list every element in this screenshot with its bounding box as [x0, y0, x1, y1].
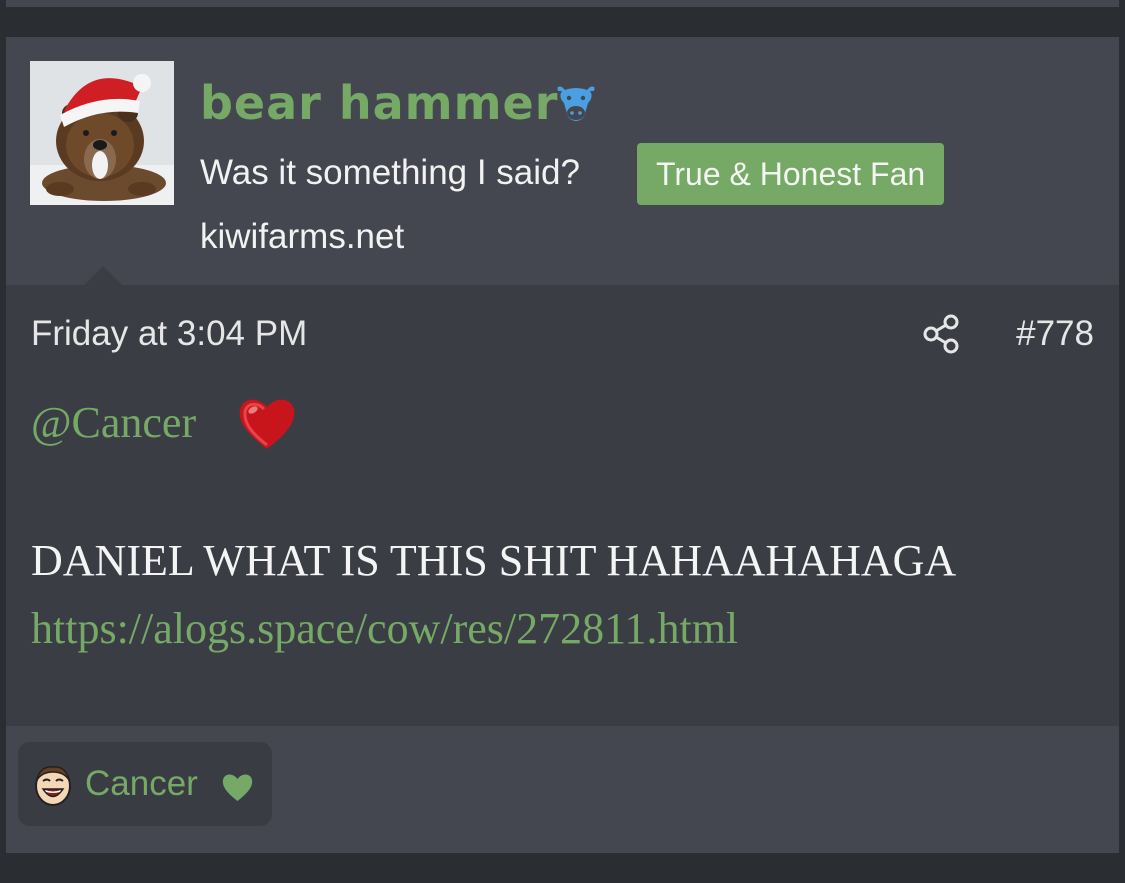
- username[interactable]: bear hammer: [200, 73, 558, 133]
- post: bear hammer Was it something I said? Tru…: [6, 37, 1119, 853]
- reaction-chip[interactable]: Cancer: [18, 742, 272, 826]
- header-pointer: [84, 266, 122, 285]
- mention-link[interactable]: @Cancer: [31, 393, 196, 453]
- laughing-face-icon: [34, 764, 72, 806]
- previous-post-edge: [6, 0, 1119, 7]
- reaction-user: Cancer: [85, 764, 198, 803]
- reactions-bar: Cancer: [6, 726, 1119, 853]
- avatar[interactable]: [30, 61, 174, 205]
- user-banner: True & Honest Fan: [637, 143, 945, 205]
- user-title: Was it something I said?: [200, 153, 580, 192]
- share-icon[interactable]: [922, 313, 962, 355]
- heart-icon: [221, 772, 254, 802]
- post-body-link[interactable]: https://alogs.space/cow/res/272811.html: [31, 599, 738, 659]
- cow-icon: [554, 83, 598, 125]
- bear-avatar-image: [30, 61, 174, 205]
- post-number[interactable]: #778: [1016, 309, 1094, 359]
- post-timestamp[interactable]: Friday at 3:04 PM: [31, 309, 307, 359]
- post-body-text: DANIEL WHAT IS THIS SHIT HAHAAHAHAGA: [31, 536, 957, 585]
- post-user-header: bear hammer Was it something I said? Tru…: [6, 37, 1119, 285]
- red-heart-emoji: [236, 393, 298, 453]
- user-site: kiwifarms.net: [200, 217, 405, 256]
